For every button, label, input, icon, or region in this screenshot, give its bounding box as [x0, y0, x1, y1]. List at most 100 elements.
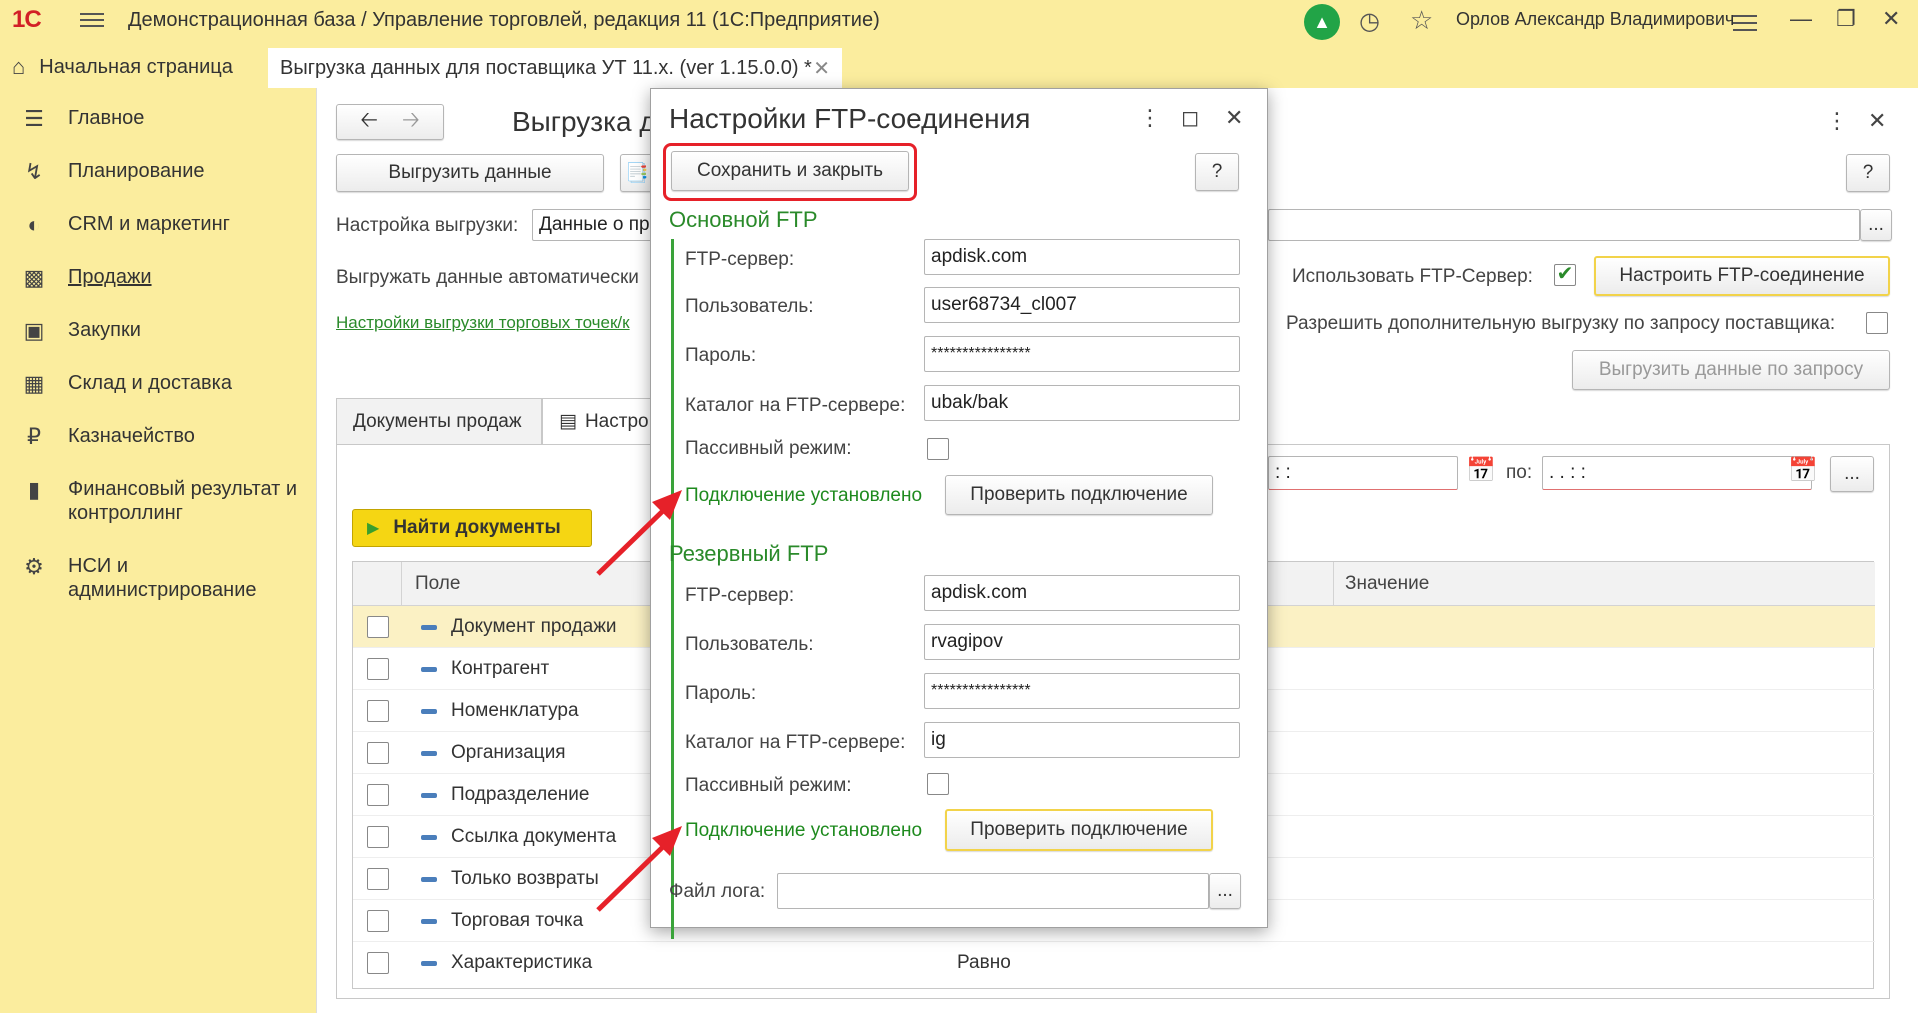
- primary-server-field[interactable]: apdisk.com: [924, 239, 1240, 275]
- sidebar-item-label: Планирование: [68, 160, 205, 182]
- gear-icon: ⚙: [24, 554, 44, 579]
- bag-icon: ▩: [23, 265, 45, 290]
- field-icon: [421, 919, 437, 924]
- tab-home-label: Начальная страница: [39, 55, 233, 78]
- sidebar-item-label: Казначейство: [68, 425, 195, 447]
- field-icon: [421, 835, 437, 840]
- field-icon: [421, 961, 437, 966]
- reserve-server-field[interactable]: apdisk.com: [924, 575, 1240, 611]
- settings-field-right[interactable]: [1268, 209, 1860, 241]
- reserve-user-field[interactable]: rvagipov: [924, 624, 1240, 660]
- close-dialog-icon[interactable]: ✕: [1225, 105, 1243, 131]
- more-vertical-icon[interactable]: ⋮: [1139, 105, 1161, 131]
- restore-icon[interactable]: ❐: [1836, 6, 1856, 32]
- row-checkbox[interactable]: [367, 910, 389, 932]
- reserve-check-button[interactable]: Проверить подключение: [945, 809, 1213, 851]
- sidebar-item-planning[interactable]: ↯ Планирование: [20, 159, 205, 185]
- calendar-icon[interactable]: 📅: [1788, 456, 1818, 485]
- row-name: Подразделение: [451, 784, 590, 805]
- help-button[interactable]: ?: [1195, 153, 1239, 191]
- reserve-password-field[interactable]: ****************: [924, 673, 1240, 709]
- row-checkbox[interactable]: [367, 700, 389, 722]
- maximize-icon[interactable]: ◻: [1181, 105, 1199, 131]
- crm-icon: ◐: [27, 212, 41, 237]
- menu-lines-icon[interactable]: [1733, 10, 1757, 36]
- close-form-icon[interactable]: ✕: [1868, 108, 1886, 134]
- tab-settings[interactable]: ▤ Настро: [542, 398, 662, 444]
- log-file-select-button[interactable]: ...: [1209, 873, 1241, 909]
- column-field[interactable]: Поле: [415, 573, 460, 595]
- sidebar-item-finance[interactable]: ▮ Финансовый результат и контроллинг: [20, 477, 308, 525]
- history-icon[interactable]: ◷: [1359, 7, 1380, 36]
- date-from-field[interactable]: : :: [1268, 456, 1458, 490]
- row-checkbox[interactable]: [367, 658, 389, 680]
- primary-passive-checkbox[interactable]: [927, 438, 949, 460]
- minimize-icon[interactable]: —: [1790, 6, 1812, 32]
- sidebar-item-warehouse[interactable]: ▦ Склад и доставка: [20, 371, 232, 397]
- report-icon[interactable]: 📑: [620, 154, 654, 192]
- chart-icon: ▮: [27, 477, 41, 502]
- more-vertical-icon[interactable]: ⋮: [1826, 108, 1848, 134]
- settings-label: Настройка выгрузки:: [336, 215, 519, 236]
- tab-sales-documents[interactable]: Документы продаж: [336, 398, 542, 444]
- user-name[interactable]: Орлов Александр Владимирович: [1456, 9, 1734, 30]
- tab-current-label: Выгрузка данных для поставщика УТ 11.х. …: [280, 56, 812, 79]
- star-icon[interactable]: ☆: [1410, 5, 1433, 36]
- primary-password-field[interactable]: ****************: [924, 336, 1240, 372]
- primary-check-button[interactable]: Проверить подключение: [945, 475, 1213, 515]
- primary-user-field[interactable]: user68734_cl007: [924, 287, 1240, 323]
- sidebar-item-main[interactable]: ☰ Главное: [20, 106, 144, 132]
- main-menu-icon[interactable]: [80, 9, 104, 31]
- forward-arrow-icon[interactable]: 🡢: [390, 103, 432, 141]
- sidebar-item-treasury[interactable]: ₽ Казначейство: [20, 424, 195, 450]
- primary-password-label: Пароль:: [685, 345, 757, 366]
- auto-export-label: Выгружать данные автоматически: [336, 267, 639, 288]
- calendar-icon[interactable]: 📅: [1466, 456, 1496, 485]
- use-ftp-checkbox[interactable]: ✔: [1554, 264, 1576, 286]
- find-documents-label: Найти документы: [393, 517, 561, 538]
- outlets-settings-link[interactable]: Настройки выгрузки торговых точек/к: [336, 313, 630, 333]
- table-row[interactable]: Характеристика Равно: [353, 942, 1875, 984]
- primary-catalog-field[interactable]: ubak/bak: [924, 385, 1240, 421]
- row-name: Контрагент: [451, 658, 550, 679]
- row-checkbox[interactable]: [367, 868, 389, 890]
- find-documents-button[interactable]: ▶ Найти документы: [352, 509, 592, 547]
- sidebar-item-admin[interactable]: ⚙ НСИ и администрирование: [20, 554, 268, 602]
- settings-field[interactable]: Данные о пр: [532, 209, 652, 241]
- sidebar-item-label: Закупки: [68, 319, 141, 341]
- date-to-field[interactable]: . . : :: [1542, 456, 1812, 490]
- column-value[interactable]: Значение: [1345, 573, 1429, 595]
- row-value: Равно: [957, 952, 1011, 973]
- export-data-button[interactable]: Выгрузить данные: [336, 154, 604, 192]
- bell-icon[interactable]: ▲: [1304, 4, 1340, 40]
- row-name: Организация: [451, 742, 566, 763]
- allow-extra-checkbox[interactable]: [1866, 312, 1888, 334]
- close-icon[interactable]: ✕: [1882, 6, 1900, 32]
- reserve-catalog-label: Каталог на FTP-сервере:: [685, 732, 906, 753]
- close-tab-icon[interactable]: ✕: [813, 56, 830, 81]
- filter-icon: ▤: [559, 411, 577, 432]
- row-checkbox[interactable]: [367, 826, 389, 848]
- tab-current-document[interactable]: Выгрузка данных для поставщика УТ 11.х. …: [268, 46, 842, 88]
- sidebar-item-crm[interactable]: ◐ CRM и маркетинг: [20, 212, 230, 238]
- sidebar-item-sales[interactable]: ▩ Продажи: [20, 265, 152, 291]
- reserve-passive-checkbox[interactable]: [927, 773, 949, 795]
- sidebar-item-purchases[interactable]: ▣ Закупки: [20, 318, 141, 344]
- back-arrow-icon[interactable]: 🡠: [348, 103, 390, 141]
- help-button[interactable]: ?: [1846, 154, 1890, 192]
- row-checkbox[interactable]: [367, 616, 389, 638]
- configure-ftp-button[interactable]: Настроить FTP-соединение: [1594, 256, 1890, 296]
- tab-home[interactable]: ⌂ Начальная страница: [12, 46, 233, 88]
- save-and-close-button[interactable]: Сохранить и закрыть: [671, 151, 909, 191]
- reserve-catalog-field[interactable]: ig: [924, 722, 1240, 758]
- settings-select-button[interactable]: ...: [1860, 209, 1892, 241]
- row-checkbox[interactable]: [367, 742, 389, 764]
- export-on-request-button[interactable]: Выгрузить данные по запросу: [1572, 350, 1890, 390]
- sidebar-item-label: CRM и маркетинг: [68, 213, 230, 235]
- row-checkbox[interactable]: [367, 784, 389, 806]
- row-checkbox[interactable]: [367, 952, 389, 974]
- period-select-button[interactable]: ...: [1830, 456, 1874, 492]
- annotation-arrow-icon: [596, 490, 682, 576]
- app-logo[interactable]: 1С: [12, 6, 42, 34]
- log-file-field[interactable]: [777, 873, 1209, 909]
